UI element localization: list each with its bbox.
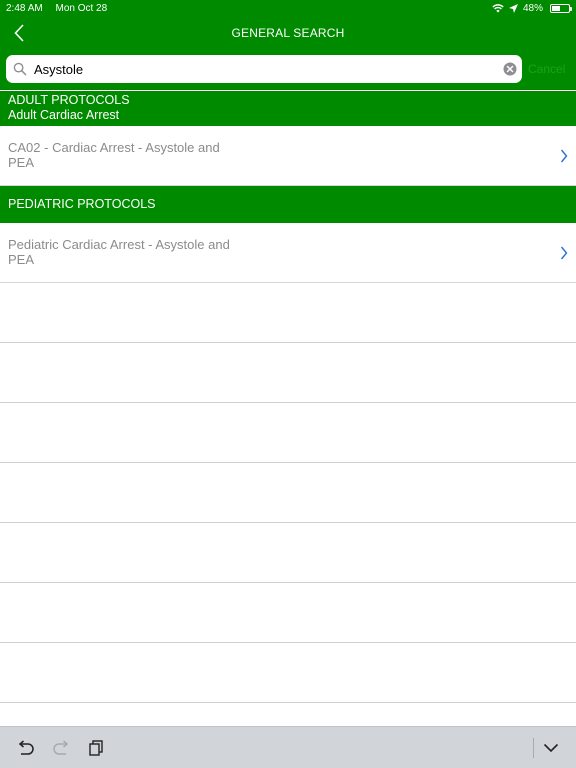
- empty-row: [0, 403, 576, 463]
- result-label: Pediatric Cardiac Arrest - Asystole and …: [8, 237, 230, 267]
- navigation-bar: GENERAL SEARCH: [0, 16, 576, 49]
- empty-row: [0, 523, 576, 583]
- paste-button[interactable]: [86, 738, 106, 758]
- status-time: 2:48 AM: [6, 2, 43, 14]
- location-arrow-icon: [508, 3, 518, 13]
- empty-row: [0, 283, 576, 343]
- empty-row: [0, 463, 576, 523]
- section-title: PEDIATRIC PROTOCOLS: [8, 197, 156, 211]
- result-label: CA02 - Cardiac Arrest - Asystole and PEA: [8, 140, 220, 170]
- battery-percent: 48%: [522, 2, 543, 14]
- section-header-pediatric: PEDIATRIC PROTOCOLS: [0, 186, 576, 223]
- status-right: 48%: [492, 2, 572, 14]
- keyboard-shortcut-bar: [0, 726, 576, 768]
- cancel-button[interactable]: Cancel: [528, 62, 565, 76]
- clear-icon[interactable]: [503, 62, 517, 76]
- empty-row: [0, 583, 576, 643]
- status-date: Mon Oct 28: [55, 2, 108, 14]
- section-header-adult: ADULT PROTOCOLS Adult Cardiac Arrest: [0, 91, 576, 126]
- empty-row: [0, 343, 576, 403]
- search-field-container[interactable]: [6, 55, 522, 83]
- undo-button[interactable]: [16, 738, 36, 758]
- page-title: GENERAL SEARCH: [231, 25, 345, 40]
- battery-icon: [550, 3, 572, 13]
- paste-icon: [88, 740, 104, 756]
- status-bar: 2:48 AM Mon Oct 28 48%: [0, 0, 576, 16]
- redo-icon: [52, 740, 70, 756]
- section-subtitle: Adult Cardiac Arrest: [8, 108, 120, 122]
- search-bar: Cancel: [0, 49, 576, 90]
- undo-icon: [17, 740, 35, 756]
- empty-row: [0, 703, 576, 726]
- result-row-adult-asystole[interactable]: CA02 - Cardiac Arrest - Asystole and PEA: [0, 126, 576, 186]
- dismiss-keyboard-button[interactable]: [541, 738, 561, 758]
- toolbar-divider: [533, 738, 534, 758]
- chevron-right-icon: [560, 245, 568, 261]
- back-button[interactable]: [8, 21, 30, 45]
- result-row-pediatric-asystole[interactable]: Pediatric Cardiac Arrest - Asystole and …: [0, 223, 576, 283]
- redo-button[interactable]: [51, 738, 71, 758]
- section-title: ADULT PROTOCOLS: [8, 93, 130, 107]
- keyboard-dismiss-icon: [543, 743, 559, 753]
- search-icon: [13, 62, 27, 76]
- empty-row: [0, 643, 576, 703]
- chevron-right-icon: [560, 148, 568, 164]
- wifi-icon: [492, 3, 504, 13]
- chevron-left-icon: [14, 24, 24, 42]
- battery-level: [552, 5, 560, 11]
- status-left: 2:48 AM Mon Oct 28: [6, 3, 117, 14]
- search-input[interactable]: [34, 57, 494, 81]
